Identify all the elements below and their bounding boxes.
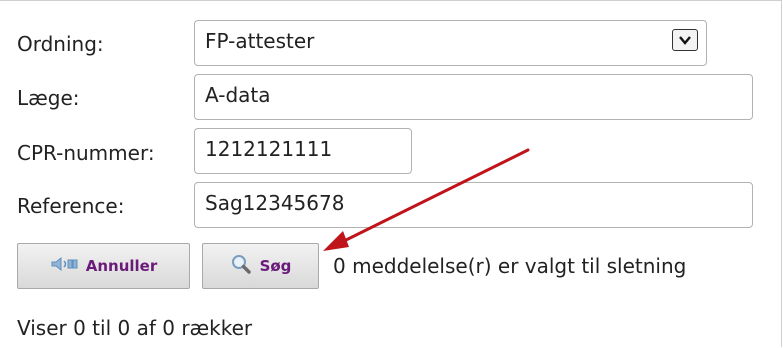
annotation-arrow-icon [323,148,530,251]
